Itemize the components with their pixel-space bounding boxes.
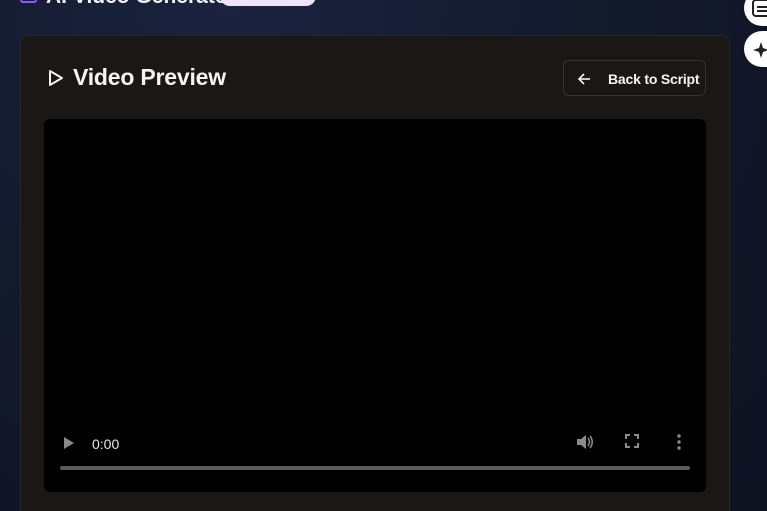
fullscreen-icon[interactable] [625,434,639,448]
captions-icon [752,0,767,17]
play-outline-icon [49,70,63,86]
back-button-label: Back to Script [608,71,700,87]
card-header: Video Preview Back to Script [21,36,729,120]
app-header: AI Video Generator [0,0,767,8]
video-player[interactable]: 0:00 [44,119,706,492]
captions-button[interactable] [744,0,767,26]
sparkles-icon [753,42,767,58]
film-icon [20,0,37,3]
app-badge [220,0,316,6]
current-time: 0:00 [92,436,120,452]
video-controls: 0:00 [44,419,706,492]
sparkles-button[interactable] [744,31,767,67]
page: AI Video Generator Video Preview Back [0,0,767,511]
progress-bar[interactable] [60,466,690,470]
back-to-script-button[interactable]: Back to Script [563,60,706,96]
card-title: Video Preview [73,64,226,90]
arrow-left-icon [577,73,590,85]
video-preview-card: Video Preview Back to Script 0:00 [20,35,730,511]
volume-icon[interactable] [575,433,595,451]
more-vertical-icon[interactable] [676,434,682,450]
play-icon[interactable] [62,435,76,451]
app-title: AI Video Generator [46,0,236,9]
